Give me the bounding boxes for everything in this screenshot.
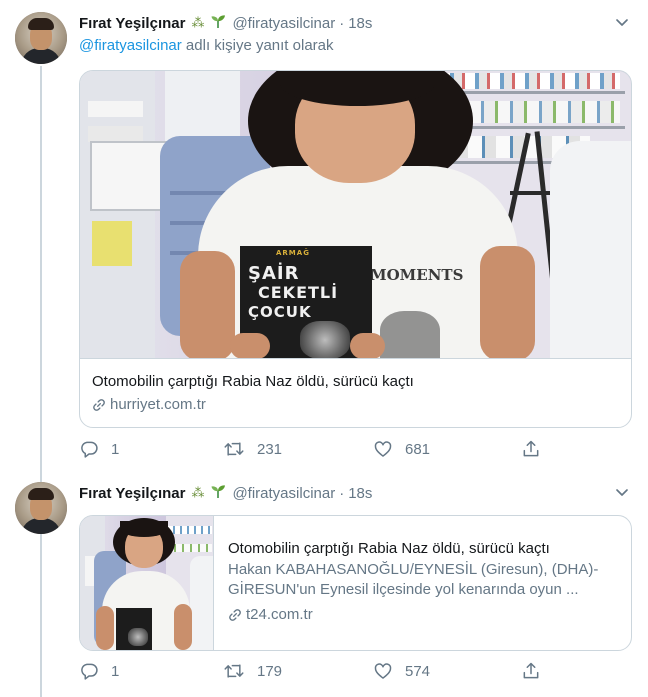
timestamp[interactable]: 18s: [348, 15, 372, 32]
share-icon: [523, 662, 539, 679]
card-domain-text: hurriyet.com.tr: [110, 396, 206, 413]
link-card[interactable]: MOMENTS ARMAĞ ŞAİR CEKETLİ ÇOCUK Otomobi…: [79, 70, 632, 428]
card-text: Otomobilin çarptığı Rabia Naz öldü, sürü…: [228, 540, 619, 623]
card-title[interactable]: Otomobilin çarptığı Rabia Naz öldü, sürü…: [228, 540, 619, 557]
timestamp[interactable]: 18s: [348, 485, 372, 502]
link-icon: [229, 608, 241, 621]
seedling-emoji-icon: [210, 13, 226, 33]
card-domain[interactable]: t24.com.tr: [228, 606, 619, 623]
card-image[interactable]: MOMENTS ARMAĞ ŞAİR CEKETLİ ÇOCUK: [80, 71, 631, 359]
shirt-print-text: MOMENTS: [370, 266, 464, 284]
like-count: 574: [405, 662, 431, 680]
card-domain-text: t24.com.tr: [246, 606, 313, 623]
like-count: 681: [405, 440, 431, 458]
author-display-name[interactable]: Fırat Yeşilçınar: [79, 15, 185, 32]
author-display-name[interactable]: Fırat Yeşilçınar: [79, 485, 185, 502]
retweet-icon: [224, 442, 244, 456]
reply-icon: [81, 663, 98, 680]
seedling-emoji-icon: [210, 483, 226, 503]
tweet-header: Fırat Yeşilçınar ⁂ @firatyasilcinar · 18…: [79, 482, 372, 504]
link-icon: [93, 398, 105, 411]
avatar[interactable]: [15, 482, 67, 534]
book-title-line-3: ÇOCUK: [248, 303, 312, 321]
retweet-icon: [224, 664, 244, 678]
tweet-actions: 1 179 574: [79, 660, 559, 682]
tweet-actions: 1 231 681: [79, 438, 559, 460]
retweet-button[interactable]: 179: [223, 660, 282, 682]
tweet[interactable]: Fırat Yeşilçınar ⁂ @firatyasilcinar · 18…: [0, 470, 648, 697]
heart-icon: [374, 441, 392, 457]
card-image[interactable]: [80, 516, 214, 650]
chevron-down-icon[interactable]: [614, 14, 630, 30]
pawprints-emoji-icon: ⁂: [191, 485, 205, 500]
share-button[interactable]: [521, 438, 541, 460]
separator-dot: ·: [339, 14, 345, 32]
separator-dot: ·: [339, 484, 345, 502]
book-title-line-1: ŞAİR: [248, 263, 300, 284]
retweet-count: 231: [257, 440, 283, 458]
retweet-button[interactable]: 231: [223, 438, 282, 460]
share-button[interactable]: [521, 660, 541, 682]
reply-count: 1: [111, 662, 120, 680]
reply-button[interactable]: 1: [79, 660, 119, 682]
pawprints-emoji-icon: ⁂: [191, 15, 205, 30]
reply-icon: [81, 441, 98, 458]
reply-mention-link[interactable]: @firatyasilcinar: [79, 37, 182, 54]
reply-context: @firatyasilcinar adlı kişiye yanıt olara…: [79, 37, 334, 54]
reply-count: 1: [111, 440, 120, 458]
author-handle[interactable]: @firatyasilcinar: [232, 485, 335, 502]
tweet-header: Fırat Yeşilçınar ⁂ @firatyasilcinar · 18…: [79, 12, 372, 34]
chevron-down-icon[interactable]: [614, 484, 630, 500]
card-domain[interactable]: hurriyet.com.tr: [92, 396, 619, 413]
share-icon: [523, 440, 539, 457]
like-button[interactable]: 681: [373, 438, 430, 460]
link-card[interactable]: Otomobilin çarptığı Rabia Naz öldü, sürü…: [79, 515, 632, 651]
retweet-count: 179: [257, 662, 283, 680]
reply-button[interactable]: 1: [79, 438, 119, 460]
avatar[interactable]: [15, 12, 67, 64]
author-handle[interactable]: @firatyasilcinar: [232, 15, 335, 32]
heart-icon: [374, 663, 392, 679]
like-button[interactable]: 574: [373, 660, 430, 682]
card-title[interactable]: Otomobilin çarptığı Rabia Naz öldü, sürü…: [92, 373, 619, 390]
book-title-line-2: CEKETLİ: [258, 283, 339, 302]
card-text: Otomobilin çarptığı Rabia Naz öldü, sürü…: [92, 373, 619, 413]
tweet[interactable]: Fırat Yeşilçınar ⁂ @firatyasilcinar · 18…: [0, 0, 648, 470]
card-description: Hakan KABAHASANOĞLU/EYNESİL (Giresun), (…: [228, 561, 599, 598]
reply-context-suffix: adlı kişiye yanıt olarak: [181, 37, 334, 54]
book-top-label: ARMAĞ: [276, 249, 310, 257]
